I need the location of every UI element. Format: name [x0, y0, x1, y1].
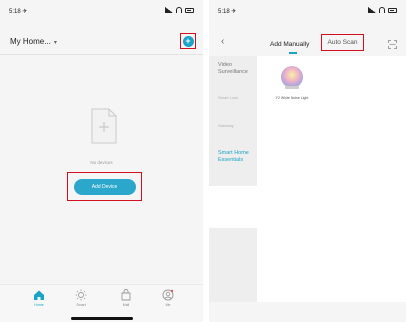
home-selector[interactable]: My Home... ▾	[10, 37, 57, 46]
battery-icon	[388, 7, 397, 13]
signal-icon	[165, 7, 173, 13]
category-sidebar: Video Surveillance Smart Lock Gateway Sm…	[209, 56, 257, 302]
category-smart-lock[interactable]: Smart Lock	[218, 94, 256, 101]
category-gateway[interactable]: Gateway	[218, 122, 256, 129]
device-base	[285, 86, 299, 89]
empty-device-icon	[91, 108, 117, 144]
add-plus-button[interactable]: +	[182, 35, 194, 47]
tab-label: Me	[165, 303, 171, 307]
home-icon	[34, 290, 44, 300]
tab-auto-scan[interactable]: Auto Scan	[328, 39, 358, 46]
category-smart-home-essentials[interactable]: Smart Home Essentials	[218, 150, 256, 164]
status-icons	[165, 7, 194, 13]
wifi-icon	[176, 7, 182, 13]
back-arrow-icon[interactable]: ‹	[221, 36, 224, 47]
battery-icon	[185, 7, 194, 13]
tab-mall[interactable]: Mall	[111, 289, 141, 307]
tab-home[interactable]: Home	[24, 289, 54, 307]
active-tab-indicator	[289, 52, 297, 54]
home-title: My Home...	[10, 37, 51, 46]
status-bar: 5:18 ✈	[209, 0, 406, 22]
shop-icon	[121, 289, 131, 301]
tab-label: Home	[34, 303, 44, 307]
highlight-box-auto-scan: Auto Scan	[321, 34, 364, 51]
status-icons	[368, 7, 397, 13]
wifi-icon	[379, 7, 385, 13]
empty-state-text: No devices	[90, 160, 113, 165]
status-time: 5:18 ✈	[218, 9, 237, 15]
home-indicator	[71, 317, 133, 320]
add-device-button[interactable]: Add Device	[73, 178, 136, 195]
highlight-box-add: +	[180, 33, 196, 49]
person-icon	[162, 289, 174, 301]
tab-label: Mall	[122, 303, 130, 307]
device-name: Y2 White Noise Light	[275, 96, 309, 100]
tab-smart[interactable]: Smart	[66, 289, 96, 307]
status-time: 5:18 ✈	[9, 9, 28, 15]
sun-icon	[75, 289, 87, 301]
tab-add-manually[interactable]: Add Manually	[270, 41, 309, 48]
highlight-box-add-device: Add Device	[67, 172, 142, 201]
add-device-screen: 5:18 ✈ ‹ Add Manually Auto Scan Video Su…	[209, 0, 406, 322]
category-active-background	[209, 186, 257, 228]
header-divider	[0, 54, 203, 55]
device-list: Y2 White Noise Light	[257, 56, 406, 302]
category-video-surveillance[interactable]: Video Surveillance	[218, 62, 256, 76]
tab-label: Smart	[76, 303, 86, 307]
scan-icon[interactable]	[388, 40, 397, 49]
signal-icon	[368, 7, 376, 13]
home-screen: 5:18 ✈ My Home... ▾ + No devices Add Devi…	[0, 0, 203, 322]
status-bar: 5:18 ✈	[0, 0, 203, 22]
tab-me[interactable]: Me	[153, 289, 183, 307]
noise-light-icon	[281, 66, 303, 88]
chevron-down-icon: ▾	[53, 40, 57, 46]
